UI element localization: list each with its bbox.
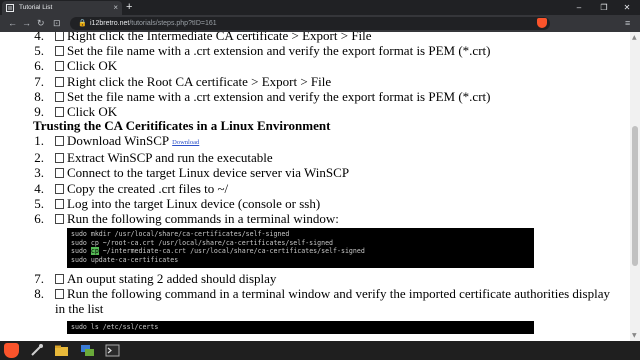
checkbox[interactable] — [55, 76, 64, 87]
code-block-verify[interactable]: sudo ls /etc/ssl/certs — [67, 321, 534, 334]
code-line: sudo cp ~/intermediate-ca.crt /usr/local… — [71, 247, 365, 256]
list-item: 2. Extract WinSCP and run the executable — [34, 150, 273, 166]
scrollbar[interactable]: ▲ ▼ — [630, 32, 640, 341]
terminal-icon[interactable] — [105, 343, 120, 358]
code-line: sudo ls /etc/ssl/certs — [71, 323, 159, 331]
list-item: 4. Right click the Intermediate CA certif… — [34, 32, 372, 43]
code-line: sudo cp ~/root-ca.crt /usr/local/share/c… — [71, 238, 334, 247]
checkbox[interactable] — [55, 183, 64, 194]
download-link[interactable]: Download — [172, 139, 199, 146]
minimize-button[interactable]: – — [570, 0, 588, 15]
list-item: 4. Copy the created .crt files to ~/ — [34, 180, 229, 196]
scroll-up-icon[interactable]: ▲ — [632, 34, 637, 41]
checkbox[interactable] — [55, 46, 64, 57]
code-line: sudo update-ca-certificates — [71, 255, 179, 264]
list-item: 8. Run the following command in a termina… — [34, 286, 610, 317]
export-steps-list: 4. Right click the Intermediate CA certif… — [30, 32, 620, 119]
tab-tutorial-list[interactable]: Tutorial List × — [2, 1, 122, 15]
tools-icon[interactable] — [29, 343, 44, 358]
taskbar — [0, 341, 640, 360]
checkbox[interactable] — [55, 274, 64, 284]
close-window-button[interactable]: ✕ — [618, 0, 636, 15]
brave-shield-icon[interactable] — [537, 18, 547, 28]
back-arrow-icon[interactable]: ← — [8, 15, 17, 32]
verify-steps-list: 7. An ouput stating 2 added should displa… — [30, 271, 622, 317]
list-item: 8. Set the file name with a .crt extensio… — [34, 88, 491, 104]
checkbox[interactable] — [55, 153, 64, 164]
checkbox[interactable] — [55, 168, 64, 179]
list-item: 6. Run the following commands in a termin… — [34, 211, 339, 227]
page-content: 4. Right click the Intermediate CA certif… — [0, 32, 630, 341]
address-domain: i12bretro.net — [90, 20, 130, 27]
tab-title: Tutorial List — [19, 4, 53, 11]
bookmark-icon[interactable]: ⊡ — [53, 15, 61, 32]
nav-bar: ← → ↻ ⊡ 🔒 i12bretro.net/tutorials/steps.… — [0, 15, 640, 32]
checkbox[interactable] — [55, 107, 64, 118]
list-item: 1. Download WinSCP Download — [34, 133, 200, 148]
code-block-commands[interactable]: sudo mkdir /usr/local/share/ca-certifica… — [67, 228, 534, 268]
checkbox[interactable] — [55, 91, 64, 102]
address-bar[interactable]: 🔒 i12bretro.net/tutorials/steps.php?tID=… — [70, 17, 550, 30]
linux-steps-list: 1. Download WinSCP Download 2. Extract WinS… — [30, 133, 620, 226]
page-icon — [6, 4, 14, 12]
list-item: 5. Set the file name with a .crt extensio… — [34, 43, 491, 59]
checkbox[interactable] — [55, 32, 64, 41]
forward-arrow-icon[interactable]: → — [22, 15, 31, 32]
brave-icon[interactable] — [4, 343, 19, 358]
text-selection: cp — [90, 247, 99, 256]
winscp-icon[interactable] — [80, 343, 95, 358]
list-item: 7. An ouput stating 2 added should displa… — [34, 271, 277, 286]
section-heading: Trusting the CA Ceritificates in a Linux… — [33, 118, 331, 133]
checkbox[interactable] — [55, 289, 64, 300]
scroll-down-icon[interactable]: ▼ — [632, 332, 637, 339]
lock-icon: 🔒 — [78, 20, 87, 27]
address-path: /tutorials/steps.php?tID=161 — [129, 20, 217, 27]
list-item: 5. Log into the target Linux device (cons… — [34, 195, 321, 211]
code-line: sudo mkdir /usr/local/share/ca-certifica… — [71, 230, 290, 238]
checkbox[interactable] — [55, 214, 64, 225]
list-item: 7. Right click the Root CA certificate > … — [34, 73, 332, 89]
scroll-thumb[interactable] — [632, 126, 638, 266]
list-item: 6. Click OK — [34, 58, 118, 74]
checkbox[interactable] — [55, 136, 64, 146]
new-tab-button[interactable]: + — [126, 0, 132, 15]
list-item: 3. Connect to the target Linux device ser… — [34, 165, 350, 181]
tab-close-icon[interactable]: × — [113, 1, 118, 15]
maximize-button[interactable]: ❐ — [595, 0, 613, 15]
reload-icon[interactable]: ↻ — [37, 15, 45, 32]
list-item: 9. Click OK — [34, 104, 118, 120]
folder-icon[interactable] — [54, 343, 69, 358]
menu-icon[interactable]: ≡ — [625, 15, 630, 32]
tab-bar: Tutorial List × + – ❐ ✕ — [0, 0, 640, 15]
checkbox[interactable] — [55, 61, 64, 72]
checkbox[interactable] — [55, 198, 64, 209]
